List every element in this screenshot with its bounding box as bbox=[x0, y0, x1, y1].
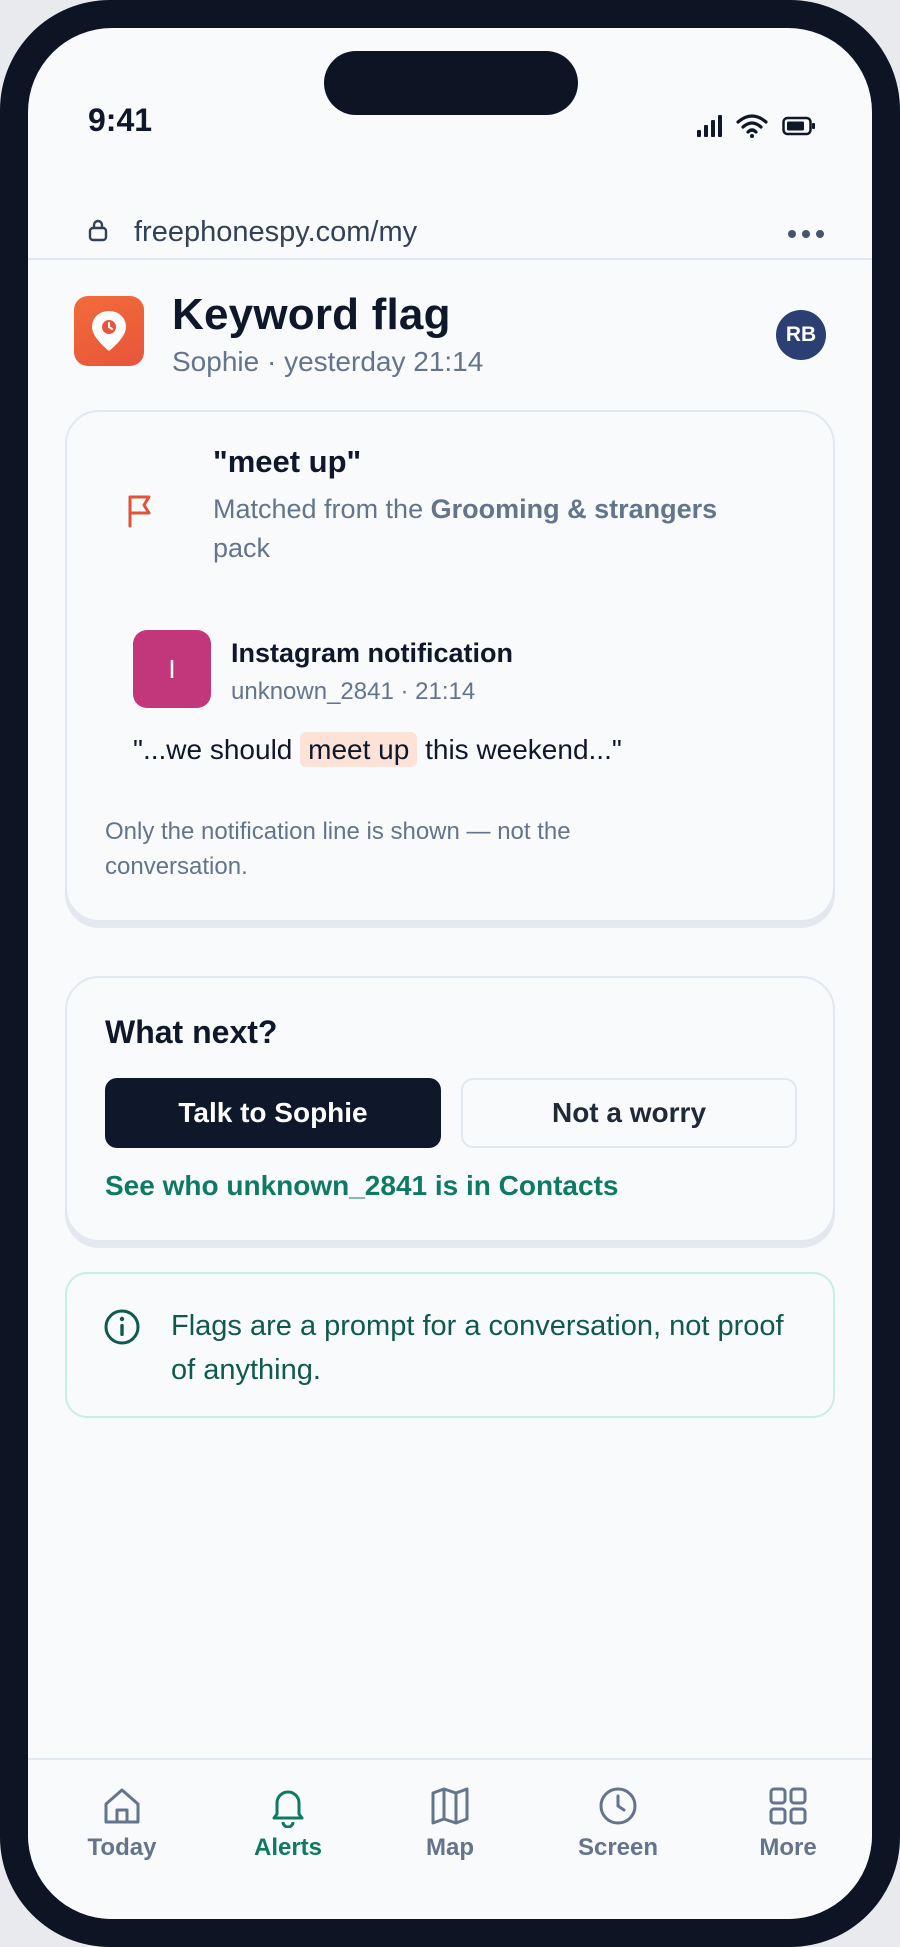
quote-before: "...we should bbox=[133, 734, 301, 765]
instagram-app-icon: I bbox=[133, 630, 211, 708]
quote-after: this weekend..." bbox=[417, 734, 622, 765]
nav-label-screen: Screen bbox=[577, 1834, 659, 1861]
battery-icon bbox=[782, 116, 815, 136]
notification-quote: "...we should meet up this weekend..." bbox=[133, 732, 622, 767]
avatar[interactable]: RB bbox=[776, 310, 826, 360]
flag-icon bbox=[128, 495, 151, 528]
nav-item-map[interactable]: Map bbox=[380, 1784, 520, 1862]
match-prefix: Matched from the bbox=[213, 494, 431, 524]
page-subtitle: Sophie · yesterday 21:14 bbox=[172, 346, 484, 377]
more-options-icon[interactable] bbox=[788, 230, 824, 238]
dismiss-button[interactable]: Not a worry bbox=[461, 1078, 797, 1148]
status-time: 9:41 bbox=[88, 102, 153, 138]
nav-item-screen[interactable]: Screen bbox=[548, 1784, 688, 1862]
clock-icon bbox=[599, 1787, 637, 1825]
talk-to-child-button[interactable]: Talk to Sophie bbox=[105, 1078, 441, 1148]
quote-highlight: meet up bbox=[300, 732, 418, 767]
info-icon bbox=[104, 1309, 140, 1345]
match-suffix: pack bbox=[213, 533, 271, 563]
phone-frame: 9:41 freephonespy.com/my Keyword flag So… bbox=[0, 0, 900, 1947]
info-banner: Flags are a prompt for a conversation, n… bbox=[65, 1272, 835, 1418]
grid-icon bbox=[769, 1787, 807, 1825]
privacy-disclaimer: Only the notification line is shown — no… bbox=[105, 818, 571, 880]
wifi-icon bbox=[736, 114, 768, 138]
browser-url-bar[interactable]: freephonespy.com/my bbox=[28, 178, 872, 260]
bottom-nav: Today Alerts Map Screen More bbox=[28, 1758, 872, 1919]
lock-icon bbox=[88, 219, 108, 242]
nav-item-today[interactable]: Today bbox=[52, 1784, 192, 1862]
dynamic-island bbox=[324, 51, 578, 115]
next-steps-card: What next? Talk to Sophie Not a worry Se… bbox=[65, 976, 835, 1242]
flag-card: "meet up" Matched from the Grooming & st… bbox=[65, 410, 835, 922]
nav-item-alerts[interactable]: Alerts bbox=[218, 1784, 358, 1862]
notification-meta: unknown_2841 · 21:14 bbox=[231, 678, 476, 705]
map-icon bbox=[431, 1787, 469, 1825]
screen: 9:41 freephonespy.com/my Keyword flag So… bbox=[28, 28, 872, 1919]
match-description: Matched from the Grooming & strangers pa… bbox=[213, 490, 773, 568]
nav-label-alerts: Alerts bbox=[253, 1834, 323, 1861]
nav-item-more[interactable]: More bbox=[718, 1784, 858, 1862]
nav-label-map: Map bbox=[426, 1834, 474, 1861]
match-pack-name: Grooming & strangers bbox=[430, 494, 718, 524]
url-text[interactable]: freephonespy.com/my bbox=[134, 216, 417, 249]
nav-label-more: More bbox=[759, 1834, 817, 1861]
status-icons bbox=[696, 114, 816, 138]
contacts-link[interactable]: See who unknown_2841 is in Contacts bbox=[105, 1170, 618, 1202]
page-title: Keyword flag bbox=[172, 290, 451, 339]
bell-icon bbox=[272, 1790, 304, 1828]
nav-label-today: Today bbox=[87, 1834, 157, 1861]
info-text: Flags are a prompt for a conversation, n… bbox=[171, 1310, 784, 1386]
signal-icon bbox=[697, 115, 722, 137]
home-icon bbox=[104, 1788, 140, 1824]
notification-title: Instagram notification bbox=[231, 638, 514, 668]
next-steps-title: What next? bbox=[105, 1014, 278, 1050]
app-logo-icon bbox=[74, 296, 144, 366]
flagged-keyword: "meet up" bbox=[213, 444, 362, 479]
